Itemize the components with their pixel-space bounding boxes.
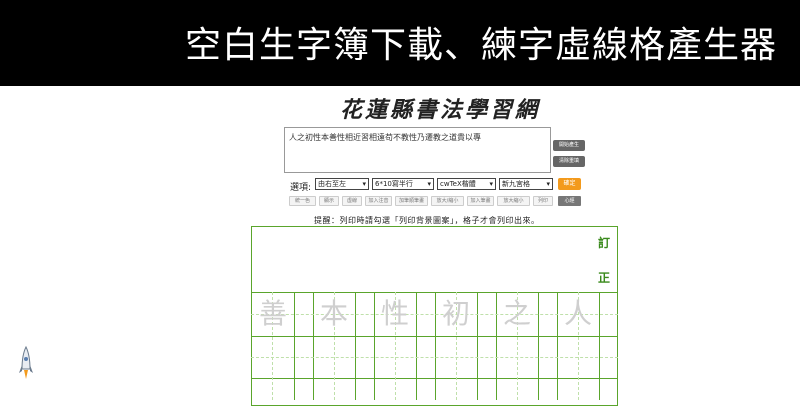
grid-type-select[interactable]: 新九宮格	[499, 178, 553, 190]
font-select[interactable]: cwTeX楷體	[437, 178, 496, 190]
toolbar-button[interactable]: 加入注音	[365, 196, 392, 206]
grid-line	[477, 292, 478, 400]
toolbar-button[interactable]: 放大/縮小	[431, 196, 464, 206]
direction-select[interactable]: 由右至左	[315, 178, 369, 190]
confirm-button[interactable]: 確定	[558, 178, 581, 190]
generate-button[interactable]: 開始產生	[553, 140, 585, 151]
clear-button[interactable]: 清除重填	[553, 156, 585, 167]
grid-line	[294, 292, 295, 400]
rocket-icon[interactable]	[18, 345, 34, 385]
header-banner: 空白生字簿下載、練字虛線格產生器	[0, 0, 800, 86]
toolbar-button[interactable]: 顯示	[319, 196, 339, 206]
grid-line	[355, 292, 356, 400]
site-logo[interactable]: 花蓮縣書法學習網	[340, 92, 540, 124]
grid-line	[538, 292, 539, 400]
trace-character: 善	[258, 297, 287, 330]
correction-char: 訂	[598, 236, 611, 250]
grid-line	[599, 292, 600, 400]
trace-character: 之	[502, 297, 531, 330]
toolbar-button[interactable]: 加筆順筆畫	[395, 196, 428, 206]
trace-character: 性	[380, 297, 409, 330]
trace-character: 初	[441, 297, 470, 330]
trace-character: 人	[563, 297, 592, 330]
correction-char: 正	[598, 271, 611, 285]
heart-sutra-button[interactable]: 心經	[558, 196, 581, 206]
grid-size-select[interactable]: 6*10寫半行	[372, 178, 434, 190]
guide-line	[251, 357, 618, 358]
toolbar-button[interactable]: 放大縮小	[497, 196, 530, 206]
options-label: 選項:	[290, 183, 312, 193]
grid-line	[416, 292, 417, 400]
toolbar-button[interactable]: 虛線	[342, 196, 362, 206]
toolbar-button[interactable]: 統一色	[289, 196, 316, 206]
print-hint: 提醒：列印時請勾選「列印背景圖案」，格子才會列印出來。	[314, 216, 540, 225]
toolbar-button[interactable]: 加入筆畫	[467, 196, 494, 206]
banner-title: 空白生字簿下載、練字虛線格產生器	[185, 25, 778, 66]
trace-character: 本	[319, 297, 348, 330]
print-button[interactable]: 列印	[533, 196, 553, 206]
text-input[interactable]: 人之初性本善性相近習相遠苟不教性乃遷教之道貴以專	[284, 127, 551, 173]
